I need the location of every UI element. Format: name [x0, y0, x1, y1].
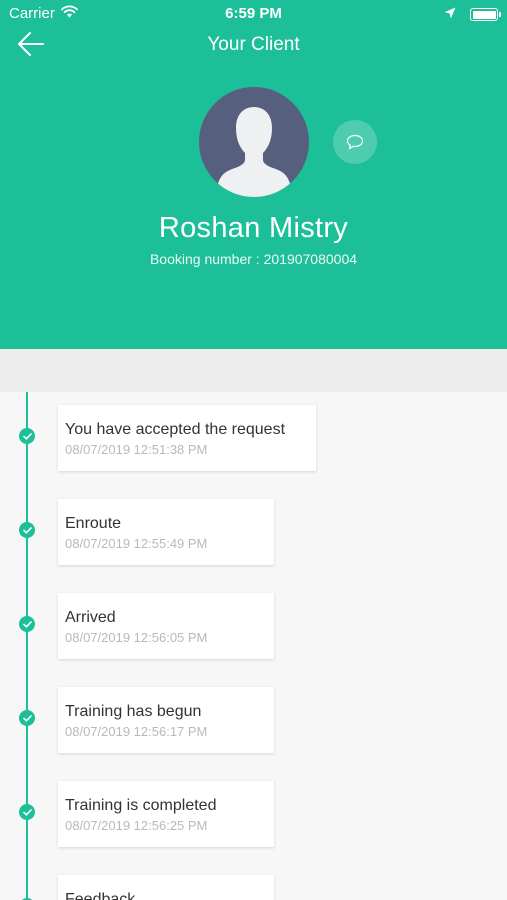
timeline-title: Enroute: [65, 515, 122, 532]
timeline-card: Feedback: [58, 875, 274, 900]
status-bar: Carrier 6:59 PM: [0, 0, 507, 28]
check-icon: [19, 428, 35, 444]
timeline-item-accepted: You have accepted the request 08/07/2019…: [0, 405, 507, 471]
chat-bubble-icon: [346, 134, 364, 150]
booking-number: Booking number : 201907080004: [149, 251, 358, 267]
check-icon: [19, 710, 35, 726]
timeline-card: Training is completed 08/07/2019 12:56:2…: [58, 781, 274, 847]
timeline-item-training-begun: Training has begun 08/07/2019 12:56:17 P…: [0, 687, 507, 753]
timeline-card: Training has begun 08/07/2019 12:56:17 P…: [58, 687, 274, 753]
timeline-title: Training is completed: [65, 797, 217, 814]
check-icon: [19, 616, 35, 632]
client-name: Roshan Mistry: [158, 212, 349, 244]
timeline-card: Enroute 08/07/2019 12:55:49 PM: [58, 499, 274, 565]
client-header: Carrier 6:59 PM Your Client Roshan Mistr…: [0, 0, 507, 349]
battery-icon: [470, 8, 501, 21]
timeline-title: Feedback: [65, 891, 136, 900]
timeline-title: Arrived: [65, 609, 116, 626]
status-right: [444, 6, 501, 23]
timeline-item-arrived: Arrived 08/07/2019 12:56:05 PM: [0, 593, 507, 659]
timeline-time: 08/07/2019 12:55:49 PM: [65, 536, 208, 551]
location-arrow-icon: [444, 6, 456, 23]
person-icon: [216, 107, 292, 197]
timeline-title: You have accepted the request: [65, 421, 286, 438]
timeline-item-training-completed: Training is completed 08/07/2019 12:56:2…: [0, 781, 507, 847]
timeline-item-feedback: Feedback: [0, 875, 507, 900]
timeline-card: You have accepted the request 08/07/2019…: [58, 405, 316, 471]
chat-button[interactable]: [333, 120, 377, 164]
timeline-card: Arrived 08/07/2019 12:56:05 PM: [58, 593, 274, 659]
check-icon: [19, 804, 35, 820]
status-timeline: You have accepted the request 08/07/2019…: [0, 392, 507, 900]
check-icon: [19, 522, 35, 538]
page-title: Your Client: [207, 34, 300, 55]
timeline-time: 08/07/2019 12:56:17 PM: [65, 724, 208, 739]
timeline-time: 08/07/2019 12:56:05 PM: [65, 630, 208, 645]
timeline-time: 08/07/2019 12:51:38 PM: [65, 442, 208, 457]
status-time: 6:59 PM: [225, 5, 282, 22]
avatar: [199, 87, 309, 197]
timeline-time: 08/07/2019 12:56:25 PM: [65, 818, 208, 833]
timeline-title: Training has begun: [65, 703, 202, 720]
timeline-item-enroute: Enroute 08/07/2019 12:55:49 PM: [0, 499, 507, 565]
section-divider: [0, 349, 507, 392]
